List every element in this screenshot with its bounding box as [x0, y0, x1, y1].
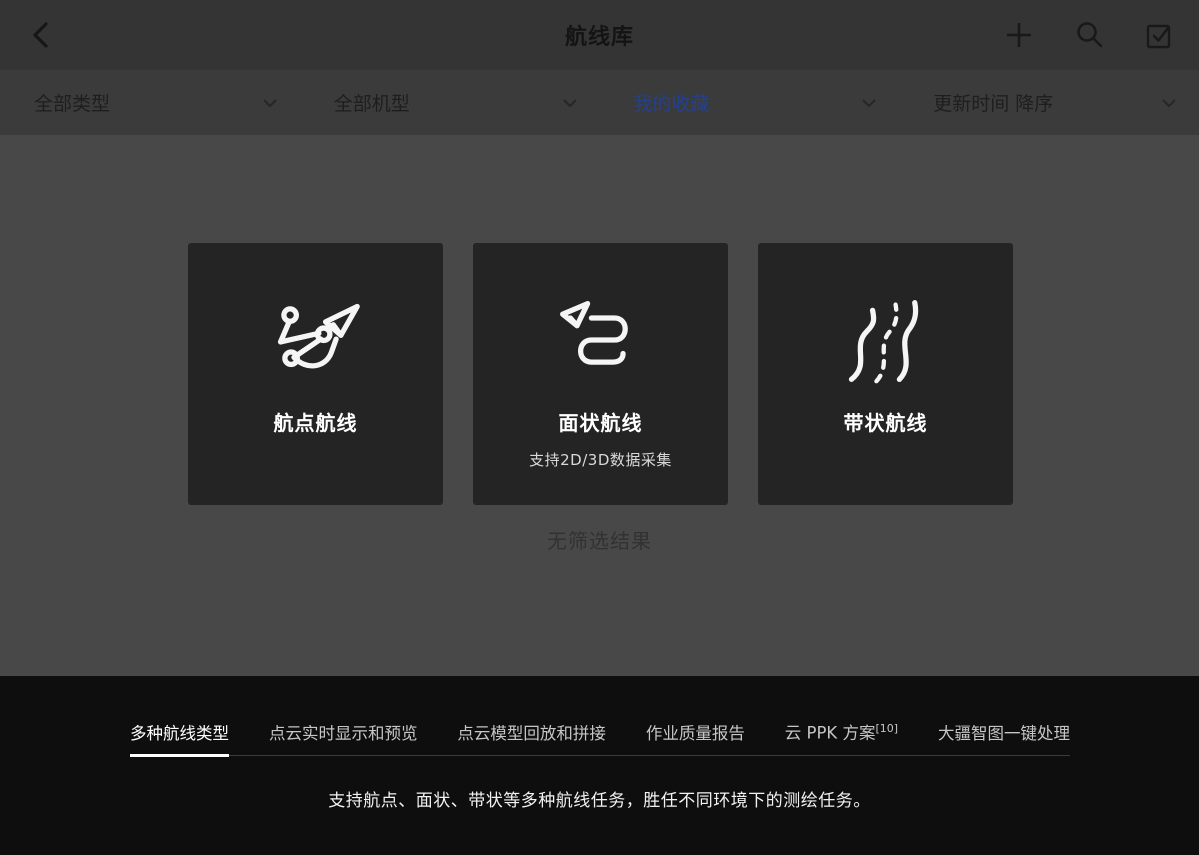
chevron-down-icon [1161, 96, 1177, 110]
add-route-button[interactable] [1003, 19, 1035, 51]
card-area-route[interactable]: 面状航线 支持2D/3D数据采集 [473, 243, 728, 505]
filter-type-dropdown[interactable]: 全部类型 [0, 70, 300, 135]
header-actions [1003, 0, 1175, 70]
tab-label: 多种航线类型 [130, 724, 229, 743]
tab-pointcloud-playback[interactable]: 点云模型回放和拼接 [457, 723, 606, 755]
waypoint-route-icon [188, 293, 443, 389]
feature-tabs: 多种航线类型 点云实时显示和预览 点云模型回放和拼接 作业质量报告 云 PPK … [130, 718, 1070, 756]
search-icon [1074, 20, 1104, 50]
tab-label: 点云实时显示和预览 [269, 724, 418, 743]
tab-pointcloud-preview[interactable]: 点云实时显示和预览 [269, 723, 418, 755]
corridor-route-icon [758, 293, 1013, 389]
filter-sort-label: 更新时间 降序 [933, 89, 1053, 116]
tab-terra-processing[interactable]: 大疆智图一键处理 [938, 723, 1070, 755]
filter-bar: 全部类型 全部机型 我的收藏 更新时间 降序 [0, 70, 1199, 135]
card-corridor-route[interactable]: 带状航线 [758, 243, 1013, 505]
tab-superscript: [10] [875, 722, 898, 735]
plus-icon [1004, 20, 1034, 50]
feature-panel: 多种航线类型 点云实时显示和预览 点云模型回放和拼接 作业质量报告 云 PPK … [0, 676, 1199, 855]
chevron-down-icon [262, 96, 278, 110]
tab-label: 作业质量报告 [646, 724, 745, 743]
tab-quality-report[interactable]: 作业质量报告 [646, 723, 745, 755]
route-type-cards: 航点航线 面状航线 支持2D/3D数据采集 [188, 243, 1013, 505]
multi-select-button[interactable] [1143, 19, 1175, 51]
filter-favorites-dropdown[interactable]: 我的收藏 [600, 70, 900, 135]
card-subtitle [188, 449, 443, 467]
tab-label: 云 PPK 方案 [785, 724, 876, 743]
tab-cloud-ppk[interactable]: 云 PPK 方案[10] [785, 718, 898, 755]
tab-label: 点云模型回放和拼接 [457, 724, 606, 743]
card-title: 带状航线 [758, 407, 1013, 436]
area-route-icon [473, 293, 728, 389]
chevron-down-icon [562, 96, 578, 110]
filter-type-label: 全部类型 [34, 89, 110, 116]
filter-model-label: 全部机型 [334, 89, 410, 116]
card-title: 航点航线 [188, 407, 443, 436]
filter-sort-dropdown[interactable]: 更新时间 降序 [899, 70, 1199, 135]
feature-description: 支持航点、面状、带状等多种航线任务，胜任不同环境下的测绘任务。 [0, 786, 1199, 811]
filter-favorites-label: 我的收藏 [634, 89, 710, 116]
search-button[interactable] [1073, 19, 1105, 51]
header-bar: 航线库 [0, 0, 1199, 70]
card-subtitle: 支持2D/3D数据采集 [473, 449, 728, 470]
chevron-down-icon [861, 96, 877, 110]
route-library-screen: 航线库 [0, 0, 1199, 855]
card-subtitle [758, 449, 1013, 467]
route-list-area: 航点航线 面状航线 支持2D/3D数据采集 [0, 135, 1199, 676]
empty-state-text: 无筛选结果 [0, 525, 1199, 554]
filter-model-dropdown[interactable]: 全部机型 [300, 70, 600, 135]
card-waypoint-route[interactable]: 航点航线 [188, 243, 443, 505]
card-title: 面状航线 [473, 407, 728, 436]
tab-label: 大疆智图一键处理 [938, 724, 1070, 743]
checkbox-check-icon [1144, 20, 1174, 50]
tab-route-types[interactable]: 多种航线类型 [130, 723, 229, 755]
